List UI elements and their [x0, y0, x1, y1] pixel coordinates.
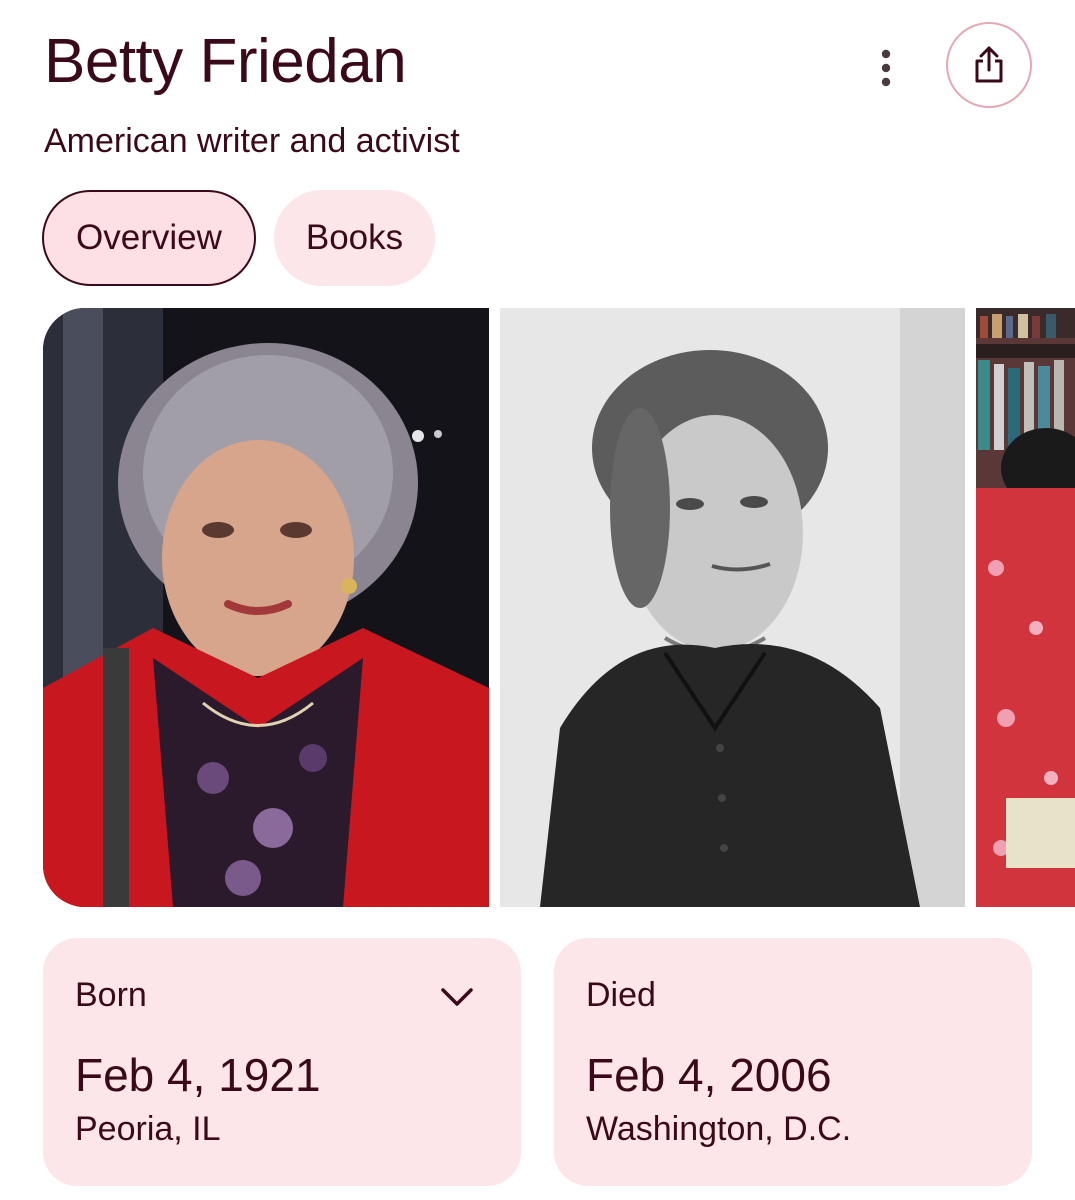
- share-button[interactable]: [946, 22, 1032, 108]
- born-label: Born: [75, 976, 147, 1014]
- more-vert-icon: [881, 49, 891, 87]
- died-label: Died: [586, 976, 656, 1014]
- born-place: Peoria, IL: [75, 1110, 221, 1148]
- page-subtitle: American writer and activist: [44, 122, 460, 160]
- image-gallery: [43, 308, 1075, 907]
- tab-books[interactable]: Books: [273, 190, 436, 286]
- born-date: Feb 4, 1921: [75, 1049, 321, 1101]
- gallery-image-3[interactable]: [976, 308, 1075, 907]
- died-place: Washington, D.C.: [586, 1110, 852, 1148]
- share-icon: [975, 46, 1003, 83]
- born-card[interactable]: Born Feb 4, 1921 Peoria, IL: [43, 938, 521, 1186]
- gallery-image-1[interactable]: [43, 308, 489, 907]
- died-card[interactable]: Died Feb 4, 2006 Washington, D.C.: [554, 938, 1032, 1186]
- died-date: Feb 4, 2006: [586, 1049, 832, 1101]
- more-options-button[interactable]: [862, 40, 910, 96]
- tab-overview[interactable]: Overview: [42, 190, 256, 286]
- page-title: Betty Friedan: [44, 27, 407, 96]
- knowledge-panel: Betty Friedan American writer and activi…: [0, 0, 1075, 1200]
- tab-bar: Overview Books: [42, 190, 436, 286]
- gallery-image-2[interactable]: [500, 308, 965, 907]
- chevron-down-icon[interactable]: [437, 982, 477, 1012]
